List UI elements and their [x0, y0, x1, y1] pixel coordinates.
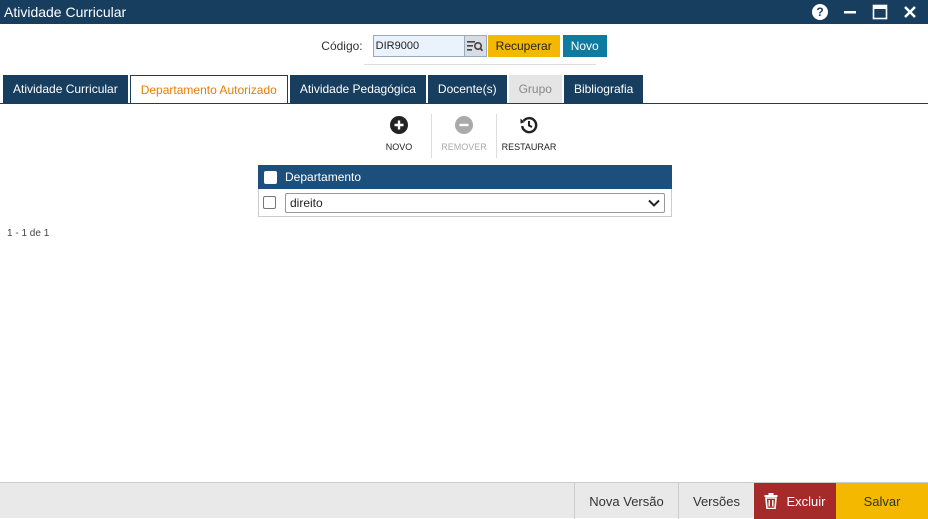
chevron-down-icon — [648, 199, 660, 207]
history-icon — [519, 114, 539, 136]
minimize-button[interactable] — [840, 2, 860, 22]
tab-atividade-curricular[interactable]: Atividade Curricular — [3, 75, 128, 103]
new-version-label: Nova Versão — [589, 493, 664, 509]
save-button[interactable]: Salvar — [836, 483, 928, 519]
department-select[interactable]: direito — [285, 192, 665, 213]
window-title: Atividade Curricular — [4, 4, 127, 20]
tab-bar: Atividade Curricular Departamento Autori… — [3, 75, 644, 103]
code-divider — [364, 64, 596, 65]
new-record-button[interactable]: Novo — [562, 35, 607, 57]
department-select-value: direito — [290, 195, 323, 210]
add-row-button[interactable]: NOVO — [367, 114, 431, 158]
versions-button[interactable]: Versões — [678, 483, 754, 519]
plus-circle-icon — [390, 114, 408, 136]
tab-docentes[interactable]: Docente(s) — [427, 75, 507, 103]
remove-row-button[interactable]: REMOVER — [432, 114, 496, 158]
delete-label: Excluir — [786, 493, 826, 509]
pager-info: 1 - 1 de 1 — [7, 228, 50, 239]
remove-row-label: REMOVER — [441, 142, 487, 152]
delete-button[interactable]: Excluir — [754, 483, 836, 519]
help-icon: ? — [812, 4, 828, 20]
grid-header: Departamento — [258, 165, 672, 189]
recover-button[interactable]: Recuperar — [487, 35, 560, 57]
maximize-button[interactable] — [870, 2, 890, 22]
trash-icon — [764, 493, 778, 509]
tab-grupo[interactable]: Grupo — [508, 75, 562, 103]
help-button[interactable]: ? — [810, 2, 830, 22]
table-row: direito — [258, 189, 672, 217]
grid-toolbar: NOVO REMOVER RESTAURAR — [0, 114, 928, 158]
minus-circle-icon — [455, 114, 473, 136]
maximize-icon — [872, 4, 888, 20]
lookup-button[interactable] — [463, 36, 486, 56]
search-list-icon — [467, 41, 484, 52]
restore-button[interactable]: RESTAURAR — [497, 114, 561, 158]
code-row: Código: Recuperar Novo — [0, 34, 928, 58]
column-header-departamento: Departamento — [285, 170, 362, 184]
new-version-button[interactable]: Nova Versão — [574, 483, 678, 519]
code-field — [372, 35, 487, 57]
add-row-label: NOVO — [385, 142, 413, 152]
tab-bibliografia[interactable]: Bibliografia — [563, 75, 644, 103]
footer-bar: Nova Versão Versões Excluir Salvar — [0, 482, 928, 519]
restore-label: RESTAURAR — [501, 142, 557, 152]
department-grid: Departamento direito — [258, 165, 672, 217]
versions-label: Versões — [693, 493, 740, 509]
minimize-icon — [844, 11, 856, 14]
close-button[interactable] — [900, 2, 920, 22]
code-label: Código: — [321, 39, 363, 53]
code-input[interactable] — [373, 36, 464, 56]
save-label: Salvar — [863, 493, 901, 509]
row-checkbox[interactable] — [263, 196, 276, 209]
select-all-checkbox[interactable] — [264, 170, 277, 184]
tab-underline — [0, 103, 928, 104]
close-icon — [904, 6, 916, 18]
title-bar: Atividade Curricular ? — [0, 0, 928, 24]
tab-departamento-autorizado[interactable]: Departamento Autorizado — [129, 75, 288, 103]
window-controls: ? — [810, 2, 928, 22]
tab-atividade-pedagogica[interactable]: Atividade Pedagógica — [289, 75, 426, 103]
